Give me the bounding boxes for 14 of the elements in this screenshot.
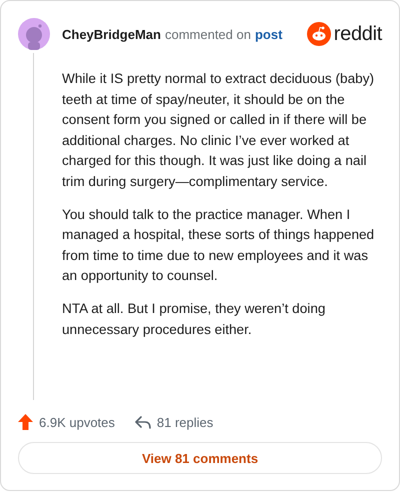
brand-wordmark: reddit (334, 22, 382, 46)
reply-count: 81 replies (156, 414, 214, 430)
reply-arrow-icon[interactable] (134, 416, 151, 428)
comment-paragraph: While it IS pretty normal to extract deciduous (baby) teeth at time of spay/neuter, it should be on the consent form you signed or called in if there will be additional charges. No clinic I’ve ever worked at charged for this though. It was just like doing a nail trim during surgery—complimentary service. (62, 70, 376, 191)
author-name[interactable]: CheyBridgeMan (62, 26, 161, 42)
upvote-count: 6.9K upvotes (39, 414, 115, 430)
avatar-icon (18, 18, 50, 50)
upvote-arrow-icon[interactable] (18, 414, 33, 430)
action-text: commented on (164, 26, 251, 42)
alien-logo-icon (306, 22, 331, 46)
comment-paragraph: NTA at all. But I promise, they weren’t doing unnecessary procedures either. (62, 300, 326, 339)
view-comments-button[interactable]: View 81 comments (18, 442, 382, 474)
comment-paragraph: You should talk to the practice manager. When I managed a hospital, these sorts of things happened from time to time due to new employees and it was an opportunity to counsel. (62, 206, 376, 285)
post-link[interactable]: post (254, 26, 282, 42)
